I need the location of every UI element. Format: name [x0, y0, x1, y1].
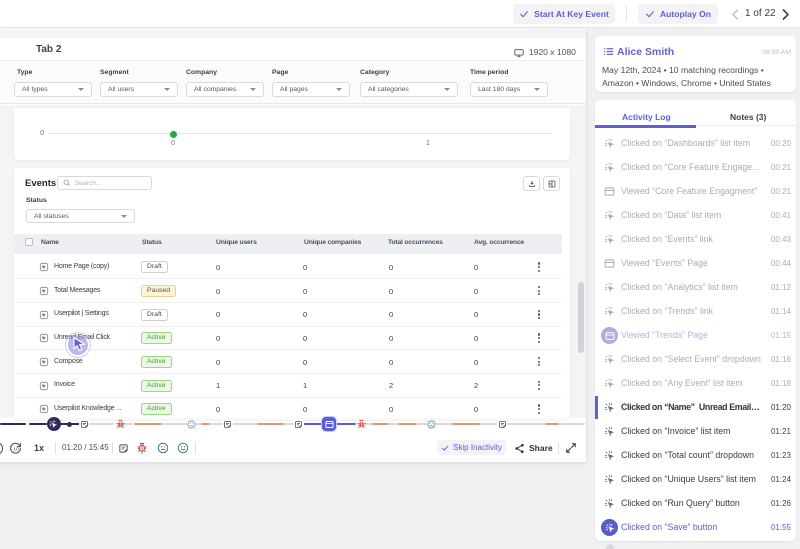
- svg-text:10: 10: [13, 446, 19, 452]
